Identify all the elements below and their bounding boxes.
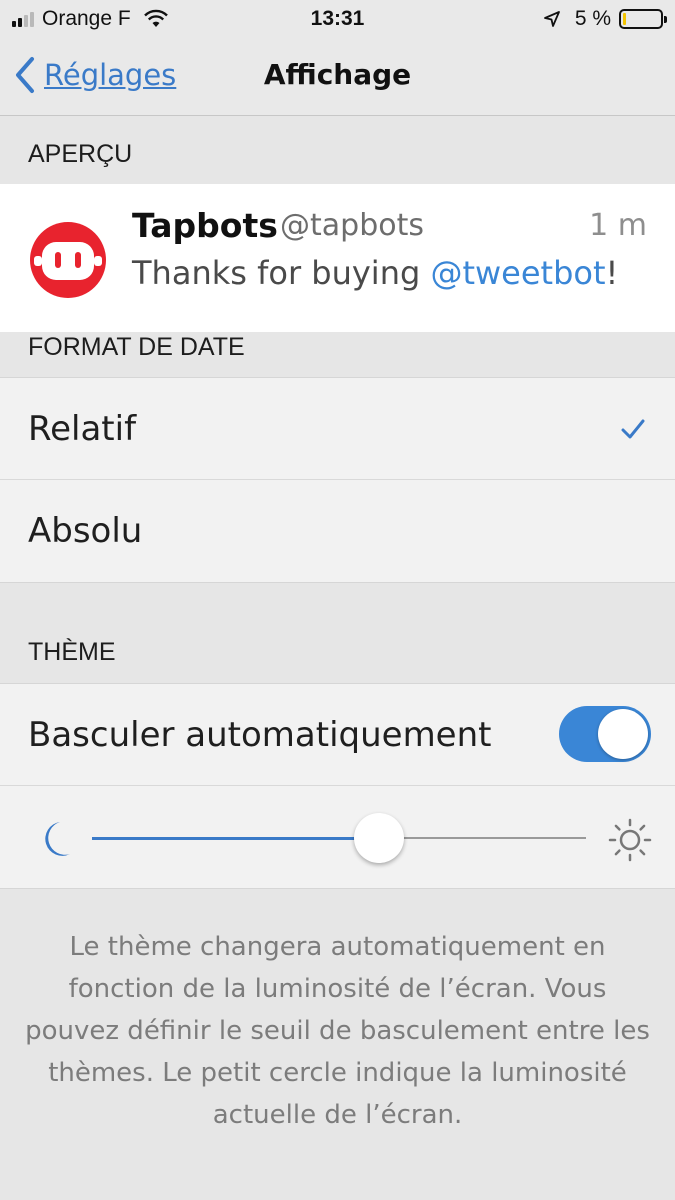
section-header-date-format: FORMAT DE DATE	[28, 333, 245, 361]
auto-switch-toggle[interactable]	[559, 706, 651, 762]
auto-switch-row: Basculer automatiquement	[0, 684, 675, 786]
battery-level	[623, 13, 626, 25]
section-header-preview: APERÇU	[28, 140, 133, 168]
status-bar: Orange F 13:31 5 %	[0, 0, 675, 40]
location-arrow-icon	[543, 11, 560, 27]
navigation-bar: Réglages Affichage	[0, 40, 675, 116]
auto-switch-label: Basculer automatiquement	[28, 715, 492, 755]
battery-percent: 5 %	[574, 7, 611, 30]
tweet-mention: @tweetbot	[430, 254, 606, 292]
page-title: Affichage	[263, 58, 412, 91]
status-right: 5 %	[543, 7, 667, 31]
brightness-slider-row	[0, 786, 675, 888]
date-format-option-relative[interactable]: Relatif	[0, 378, 675, 480]
checkmark-icon	[621, 419, 645, 439]
tweet-preview: Tapbots @tapbots 1 m Thanks for buying @…	[0, 184, 675, 332]
tweet-text-prefix: Thanks for buying	[132, 254, 431, 292]
slider-track-filled	[92, 837, 379, 840]
slider-thumb[interactable]	[353, 813, 404, 863]
tweet-author-name: Tapbots	[132, 206, 278, 245]
slider-track[interactable]	[378, 837, 586, 839]
theme-group: Basculer automatiquement	[0, 683, 675, 889]
tapbots-logo-icon	[30, 222, 106, 298]
option-label: Relatif	[28, 409, 137, 449]
moon-icon	[45, 822, 70, 856]
battery-icon	[619, 9, 667, 29]
tweet-author-handle: @tapbots	[280, 208, 424, 243]
theme-explanation-note: Le thème changera automatiquement en fon…	[25, 932, 650, 1130]
option-label: Absolu	[28, 511, 143, 551]
tweet-text-suffix: !	[605, 254, 619, 292]
tweet-text: Thanks for buying @tweetbot!	[132, 254, 618, 292]
toggle-knob	[598, 709, 648, 759]
section-header-theme: THÈME	[28, 638, 116, 666]
tweet-timestamp: 1 m	[589, 208, 647, 243]
date-format-option-absolute[interactable]: Absolu	[0, 480, 675, 582]
sun-icon	[608, 818, 652, 862]
date-format-group: Relatif Absolu	[0, 377, 675, 583]
